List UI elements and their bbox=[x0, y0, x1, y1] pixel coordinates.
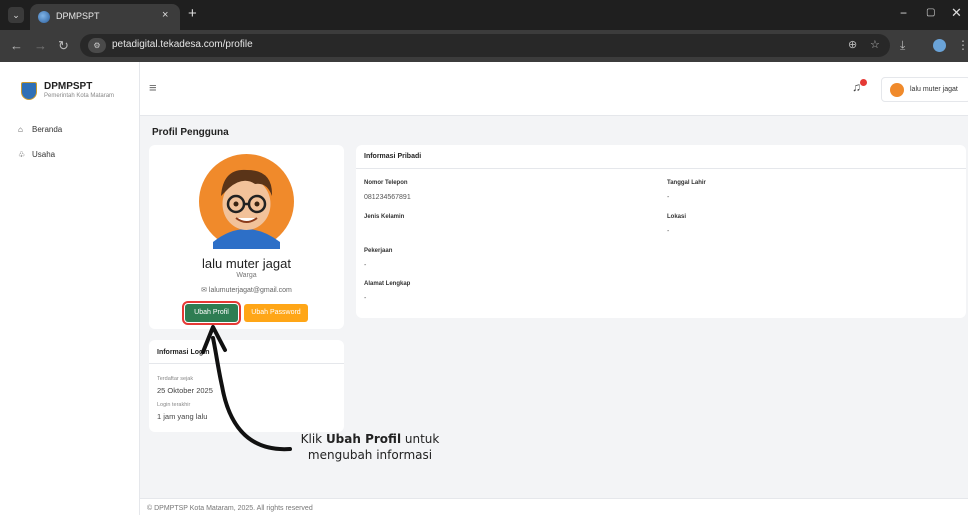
brand-subtitle: Pemerintah Kota Mataram bbox=[44, 93, 115, 99]
maximize-icon[interactable]: ▢ bbox=[926, 7, 935, 18]
browser-profile-icon[interactable] bbox=[933, 39, 946, 52]
url-text[interactable]: petadigital.tekadesa.com/profile bbox=[112, 39, 253, 50]
last-login-label: Login terakhir bbox=[157, 402, 191, 408]
sidebar-item-beranda[interactable]: ⌂ Beranda bbox=[18, 125, 62, 139]
card-header: Informasi Login bbox=[149, 340, 344, 364]
annotation-line2: mengubah informasi bbox=[307, 448, 433, 462]
window-close-icon[interactable]: ✕ bbox=[951, 5, 962, 21]
browser-tab[interactable]: DPMPSPT × bbox=[30, 4, 180, 30]
personal-info-card: Informasi Pribadi Nomor Telepon 08123456… bbox=[356, 145, 966, 318]
sidebar-item-label: Beranda bbox=[32, 125, 63, 134]
address-label: Alamat Lengkap bbox=[364, 281, 411, 287]
page-title: Profil Pengguna bbox=[152, 127, 229, 138]
zoom-icon[interactable]: ⊕ bbox=[848, 38, 857, 51]
edit-profile-button[interactable]: Ubah Profil bbox=[182, 301, 241, 325]
gender-label: Jenis Kelamin bbox=[364, 214, 405, 220]
location-value: - bbox=[667, 228, 670, 235]
phone-value: 081234567891 bbox=[364, 194, 411, 201]
card-title: Informasi Login bbox=[157, 349, 210, 356]
user-name: lalu muter jagat bbox=[910, 86, 958, 93]
sidebar-item-usaha[interactable]: ♧ Usaha bbox=[18, 150, 55, 164]
bookmark-star-icon[interactable]: ☆ bbox=[870, 38, 880, 51]
phone-label: Nomor Telepon bbox=[364, 180, 408, 186]
minimize-icon[interactable]: − bbox=[900, 6, 907, 20]
last-login-value: 1 jam yang lalu bbox=[157, 412, 208, 421]
registered-value: 25 Oktober 2025 bbox=[157, 386, 213, 395]
address-value: - bbox=[364, 295, 367, 302]
location-label: Lokasi bbox=[667, 214, 687, 220]
email-icon: ✉ bbox=[201, 287, 209, 294]
tab-title: DPMPSPT bbox=[56, 11, 100, 21]
birthdate-label: Tanggal Lahir bbox=[667, 180, 706, 186]
url-field[interactable]: ⚙ petadigital.tekadesa.com/profile ⊕ ☆ bbox=[80, 34, 890, 57]
brand[interactable]: DPMPSPT Pemerintah Kota Mataram bbox=[0, 62, 140, 116]
notification-badge bbox=[860, 79, 867, 86]
annotation-bold: Ubah Profil bbox=[325, 432, 402, 446]
home-icon: ⌂ bbox=[18, 125, 23, 134]
footer-text: © DPMPTSP Kota Mataram, 2025. All rights… bbox=[147, 505, 313, 512]
topbar: ≡ ♫ lalu muter jagat bbox=[140, 62, 968, 116]
browser-tab-bar: ⌄ DPMPSPT × + − ▢ ✕ bbox=[0, 0, 968, 30]
annotation-text: Klik Ubah Profil untuk mengubah informas… bbox=[290, 431, 450, 463]
annotation-prefix: Klik bbox=[300, 432, 326, 446]
profile-email-text: lalumuterjagat@gmail.com bbox=[208, 287, 292, 294]
brand-title: DPMPSPT bbox=[44, 81, 93, 92]
job-label: Pekerjaan bbox=[364, 248, 393, 254]
new-tab-icon[interactable]: + bbox=[188, 5, 197, 22]
profile-email: ✉ lalumuterjagat@gmail.com bbox=[149, 286, 344, 294]
sidebar-item-label: Usaha bbox=[32, 150, 56, 159]
footer: © DPMPTSP Kota Mataram, 2025. All rights… bbox=[140, 498, 968, 515]
site-info-icon[interactable]: ⚙ bbox=[88, 38, 106, 53]
back-icon[interactable]: ← bbox=[10, 38, 23, 53]
download-icon[interactable]: ⤓ bbox=[900, 38, 905, 53]
birthdate-value: - bbox=[667, 194, 670, 201]
reload-icon[interactable]: ↻ bbox=[58, 38, 69, 54]
business-icon: ♧ bbox=[18, 150, 26, 159]
login-info-card: Informasi Login Terdaftar sejak 25 Oktob… bbox=[149, 340, 344, 432]
job-value: - bbox=[364, 262, 367, 269]
profile-name: lalu muter jagat bbox=[202, 256, 291, 271]
profile-avatar bbox=[199, 154, 294, 249]
favicon-icon bbox=[38, 11, 50, 23]
avatar bbox=[890, 83, 904, 97]
hamburger-menu-icon[interactable]: ≡ bbox=[149, 80, 157, 95]
registered-label: Terdaftar sejak bbox=[157, 376, 194, 382]
forward-icon: → bbox=[34, 38, 47, 53]
card-header: Informasi Pribadi bbox=[356, 145, 966, 169]
profile-card: lalu muter jagat Warga ✉ lalumuterjagat@… bbox=[149, 145, 344, 329]
annotation-suffix: untuk bbox=[401, 432, 440, 446]
change-password-button[interactable]: Ubah Password bbox=[244, 304, 308, 322]
tab-close-icon[interactable]: × bbox=[162, 9, 168, 21]
user-menu-button[interactable]: lalu muter jagat bbox=[881, 77, 968, 102]
city-logo-icon bbox=[21, 82, 37, 100]
tab-search-icon[interactable]: ⌄ bbox=[8, 7, 24, 23]
browser-menu-icon[interactable]: ⋮ bbox=[957, 38, 968, 52]
sidebar: DPMPSPT Pemerintah Kota Mataram ⌂ Beranda… bbox=[0, 62, 140, 515]
address-bar: ← → ↻ ⚙ petadigital.tekadesa.com/profile… bbox=[0, 30, 968, 62]
card-title: Informasi Pribadi bbox=[364, 153, 422, 160]
profile-role: Warga bbox=[236, 272, 257, 279]
